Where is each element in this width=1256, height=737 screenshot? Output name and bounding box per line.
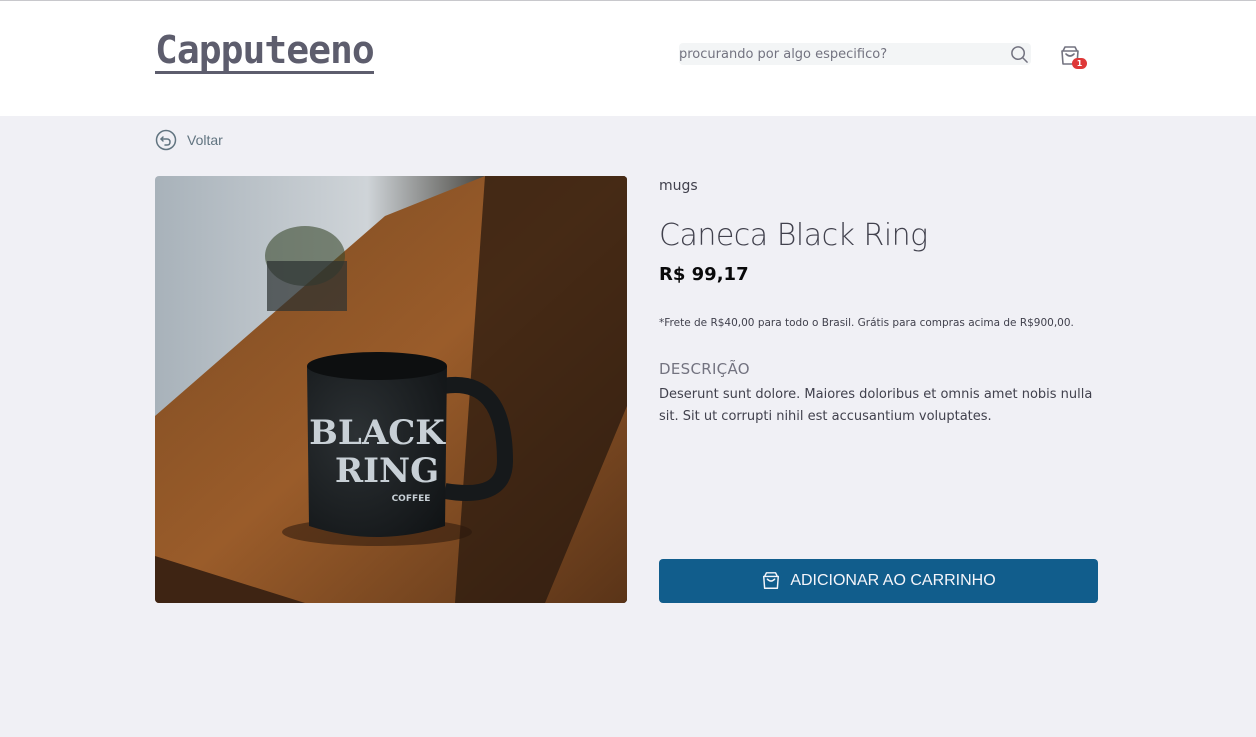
- product-description: Deserunt sunt dolore. Maiores doloribus …: [659, 387, 1093, 424]
- search-bar: [679, 43, 1031, 65]
- add-to-cart-label: ADICIONAR AO CARRINHO: [790, 572, 996, 589]
- product-image: BLACK RING COFFEE: [155, 176, 627, 603]
- product-title: Caneca Black Ring: [659, 218, 928, 253]
- back-arrow-icon: [155, 129, 177, 151]
- description-heading: DESCRIÇÃO: [659, 360, 750, 378]
- back-button[interactable]: Voltar: [155, 129, 223, 151]
- shopping-bag-icon: [763, 572, 780, 589]
- cart-count-badge: 1: [1072, 58, 1087, 69]
- mug-text-coffee: COFFEE: [392, 494, 431, 504]
- mug-text-ring: RING: [335, 451, 439, 491]
- add-to-cart-button[interactable]: ADICIONAR AO CARRINHO: [659, 559, 1098, 603]
- mug-text-black: BLACK: [309, 413, 446, 453]
- site-header: Capputeeno 1: [0, 1, 1256, 116]
- product-category: mugs: [659, 178, 698, 194]
- shipping-note: *Frete de R$40,00 para todo o Brasil. Gr…: [659, 317, 1074, 329]
- back-label: Voltar: [187, 132, 223, 148]
- search-input[interactable]: [679, 43, 999, 65]
- cart-button[interactable]: 1: [1059, 45, 1087, 71]
- product-price: R$ 99,17: [659, 264, 749, 285]
- logo[interactable]: Capputeeno: [155, 29, 375, 74]
- search-icon[interactable]: [1010, 45, 1029, 64]
